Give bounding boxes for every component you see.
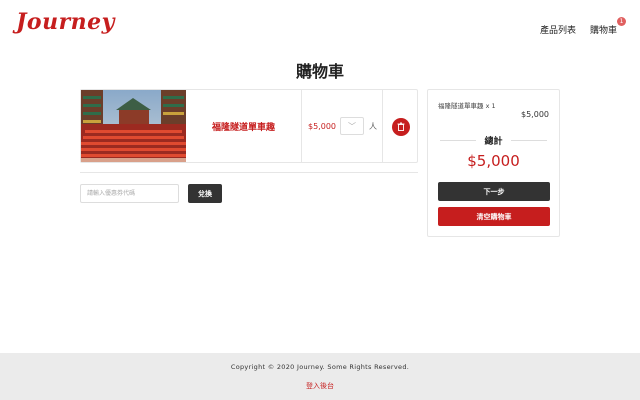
product-name-cell: 福隆隧道單車趣 <box>186 90 302 162</box>
delete-item-button[interactable] <box>392 118 410 136</box>
cart-count-badge: 1 <box>617 17 626 26</box>
site-logo[interactable]: Journey <box>16 9 115 35</box>
navbar: Journey 產品列表 購物車 1 <box>0 0 640 52</box>
trash-icon <box>397 122 405 131</box>
product-name[interactable]: 福隆隧道單車趣 <box>212 120 275 133</box>
clear-cart-button[interactable]: 清空購物車 <box>438 207 550 226</box>
total-divider-right <box>511 140 547 141</box>
product-price: $5,000 <box>308 122 336 131</box>
total-value: $5,000 <box>467 152 520 170</box>
admin-login-link[interactable]: 登入後台 <box>0 381 640 391</box>
next-step-button[interactable]: 下一步 <box>438 182 550 201</box>
quantity-unit: 人 <box>369 122 377 131</box>
summary-line-price: $5,000 <box>521 110 549 119</box>
product-thumbnail <box>81 90 186 162</box>
order-summary: 福隆隧道單車趣 x 1 $5,000 總計 $5,000 下一步 清空購物車 <box>427 89 560 237</box>
apply-coupon-button[interactable]: 兌換 <box>188 184 222 203</box>
quantity-select[interactable]: ﹀ <box>340 117 364 135</box>
chevron-down-icon: ﹀ <box>348 122 356 131</box>
nav-products-link[interactable]: 產品列表 <box>540 23 576 36</box>
cart-item-row: 福隆隧道單車趣 $5,000 ﹀ 人 <box>80 89 418 163</box>
section-divider <box>80 172 418 173</box>
column-divider <box>382 90 383 162</box>
copyright-text: Copyright © 2020 Journey. Some Rights Re… <box>230 363 410 371</box>
footer: Copyright © 2020 Journey. Some Rights Re… <box>0 353 640 400</box>
product-image <box>81 90 186 162</box>
nav-cart-link[interactable]: 購物車 <box>590 23 617 36</box>
summary-line-item: 福隆隧道單車趣 x 1 <box>438 102 496 110</box>
coupon-input[interactable] <box>80 184 179 203</box>
page-title: 購物車 <box>295 62 344 81</box>
